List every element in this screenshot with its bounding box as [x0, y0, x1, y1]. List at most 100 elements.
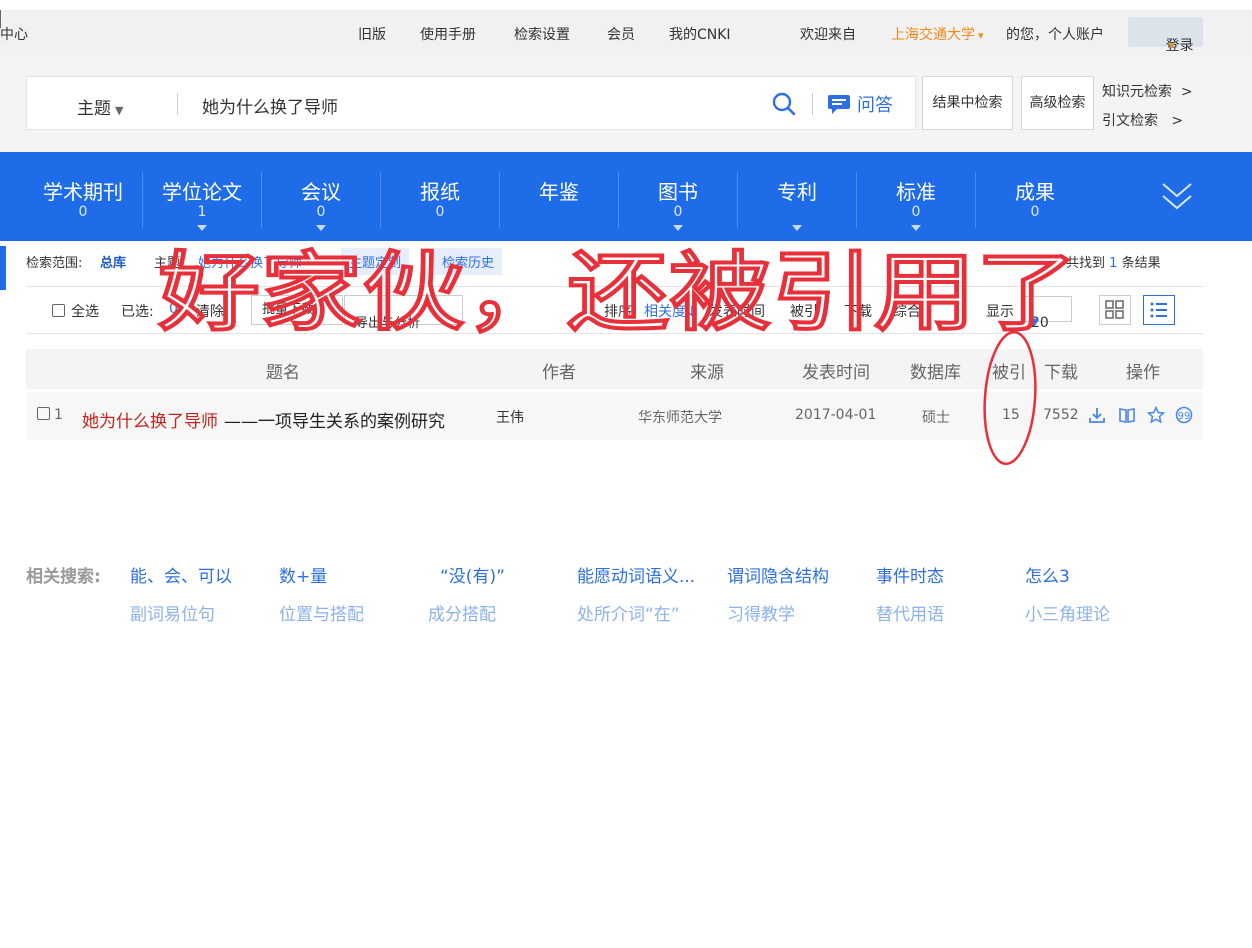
author[interactable]: 王伟: [496, 407, 524, 427]
export-analysis-button[interactable]: 导出与分析 ▼: [344, 295, 463, 331]
top-bar: 中心 旧版 使用手册 检索设置 会员 我的CNKI 欢迎来自 上海交通大学 ▾ 的…: [0, 10, 1252, 56]
tab-label: 成果: [1015, 180, 1055, 204]
list-view-button[interactable]: [1143, 295, 1175, 325]
search-field-select[interactable]: 主题 ▼: [77, 94, 123, 119]
search-history-button[interactable]: 检索历史: [434, 248, 503, 275]
scope-label: 检索范围:: [26, 256, 83, 271]
svg-text:99: 99: [1178, 411, 1191, 422]
download-count: 7552: [1043, 407, 1079, 423]
related-link[interactable]: 处所介词“在”: [577, 600, 680, 625]
results-table-header: 题名 作者 来源 发表时间 数据库 被引 下载 操作: [26, 349, 1203, 389]
related-link[interactable]: “没(有)”: [440, 562, 505, 587]
tab-achievements[interactable]: 成果 0: [976, 152, 1094, 241]
tab-yearbook[interactable]: 年鉴: [500, 152, 618, 241]
citation-search-link[interactable]: 引文检索 >: [1102, 110, 1183, 130]
related-link[interactable]: 怎么3: [1025, 562, 1070, 587]
col-actions: 操作: [1126, 363, 1160, 383]
caret-down-icon: ▼: [1031, 317, 1039, 328]
related-link[interactable]: 小三角理论: [1025, 600, 1110, 625]
related-link[interactable]: 数+量: [279, 562, 327, 587]
batch-download-button[interactable]: 批量下载: [251, 295, 343, 325]
tab-books[interactable]: 图书 0: [619, 152, 737, 241]
link-search-settings[interactable]: 检索设置: [514, 24, 570, 44]
search-icon[interactable]: [771, 91, 797, 117]
tab-patents[interactable]: 专利: [738, 152, 856, 241]
show-label: 显示: [986, 304, 1014, 320]
publish-date: 2017-04-01: [795, 407, 877, 423]
search-in-results-button[interactable]: 结果中检索: [922, 76, 1013, 130]
related-link[interactable]: 事件时态: [876, 562, 944, 587]
sort-date[interactable]: 发表时间: [709, 301, 765, 321]
link-my-cnki[interactable]: 我的CNKI: [669, 24, 731, 44]
star-icon[interactable]: [1147, 406, 1165, 424]
sort-overall[interactable]: 综合: [893, 301, 921, 321]
search-input[interactable]: 她为什么换了导师: [202, 93, 338, 118]
table-row: 1 她为什么换了导师 ——一项导生关系的案例研究 王伟 华东师范大学 2017-0…: [26, 392, 1203, 440]
tab-newspaper[interactable]: 报纸 0: [381, 152, 499, 241]
arrow-down-icon: ↓: [686, 304, 698, 320]
related-link[interactable]: 成分搭配: [428, 600, 496, 625]
checkbox[interactable]: [37, 407, 50, 420]
link-old-version[interactable]: 旧版: [358, 24, 386, 44]
found-count: 1: [1109, 256, 1118, 271]
col-date: 发表时间: [802, 363, 870, 383]
login-button[interactable]: 登录 ▾: [1128, 17, 1203, 54]
institution-link[interactable]: 上海交通大学 ▾: [891, 24, 984, 44]
related-link[interactable]: 替代用语: [876, 600, 944, 625]
topic-label: 主题:: [154, 256, 185, 271]
citation-search-label: 引文检索: [1102, 113, 1158, 129]
sort-cited[interactable]: 被引: [790, 301, 818, 321]
tab-label: 学位论文: [162, 180, 242, 204]
divider: [812, 93, 813, 115]
source[interactable]: 华东师范大学: [638, 407, 722, 427]
tab-label: 报纸: [420, 180, 460, 204]
sort-relevance[interactable]: 相关度↓: [644, 301, 698, 321]
list-view-icon: [1150, 302, 1167, 318]
read-book-icon[interactable]: [1118, 406, 1136, 424]
related-link[interactable]: 位置与搭配: [279, 600, 364, 625]
page-size-select[interactable]: 20 ▼: [1022, 296, 1072, 331]
link-manual[interactable]: 使用手册: [420, 24, 476, 44]
sort-label: 排序:: [604, 304, 637, 320]
link-member[interactable]: 会员: [607, 24, 635, 44]
qa-button[interactable]: 问答: [827, 91, 893, 117]
tab-count: 0: [78, 204, 88, 220]
related-link[interactable]: 能愿动词语义...: [577, 562, 695, 587]
col-database: 数据库: [910, 363, 961, 383]
caret-down-icon: ▼: [355, 318, 363, 329]
paper-title-link[interactable]: 她为什么换了导师 ——一项导生关系的案例研究: [82, 407, 445, 432]
topic-custom-button[interactable]: 主题定制: [341, 248, 410, 275]
tab-standards[interactable]: 标准 0: [857, 152, 975, 241]
expand-more-icon[interactable]: [1160, 178, 1194, 214]
row-number: 1: [54, 407, 63, 423]
side-tab-marker[interactable]: [0, 246, 6, 290]
sort-download[interactable]: 下载: [844, 301, 872, 321]
clear-button[interactable]: 清除: [196, 301, 224, 321]
cited-count[interactable]: 15: [1002, 407, 1020, 423]
search-field-label: 主题: [77, 99, 111, 119]
top-left-text[interactable]: 中心: [0, 24, 28, 44]
quote-icon[interactable]: 99: [1175, 406, 1193, 424]
search-box: 主题 ▼ 她为什么换了导师 问答: [26, 76, 916, 130]
advanced-search-button[interactable]: 高级检索: [1021, 76, 1094, 130]
knowledge-search-link[interactable]: 知识元检索 >: [1102, 81, 1193, 101]
tab-journals[interactable]: 学术期刊 0: [24, 152, 142, 241]
scope-value[interactable]: 总库: [100, 252, 126, 271]
qa-label: 问答: [857, 95, 893, 116]
download-icon[interactable]: [1088, 406, 1106, 424]
select-all[interactable]: 全选: [52, 301, 99, 321]
title-highlight: 她为什么换了导师: [82, 412, 218, 432]
knowledge-search-label: 知识元检索: [1102, 84, 1172, 100]
checkbox[interactable]: [52, 304, 65, 317]
related-link[interactable]: 能、会、可以: [130, 562, 232, 587]
sort-relevance-label: 相关度: [644, 304, 686, 320]
tab-theses[interactable]: 学位论文 1: [143, 152, 261, 241]
grid-view-button[interactable]: [1099, 295, 1131, 325]
chevron-right-icon: >: [1180, 84, 1193, 100]
related-link[interactable]: 习得教学: [727, 600, 795, 625]
tab-conference[interactable]: 会议 0: [262, 152, 380, 241]
related-link[interactable]: 谓词隐含结构: [727, 562, 829, 587]
row-select[interactable]: 1: [37, 407, 63, 423]
tab-label: 专利: [777, 180, 817, 204]
related-link[interactable]: 副词易位句: [130, 600, 215, 625]
